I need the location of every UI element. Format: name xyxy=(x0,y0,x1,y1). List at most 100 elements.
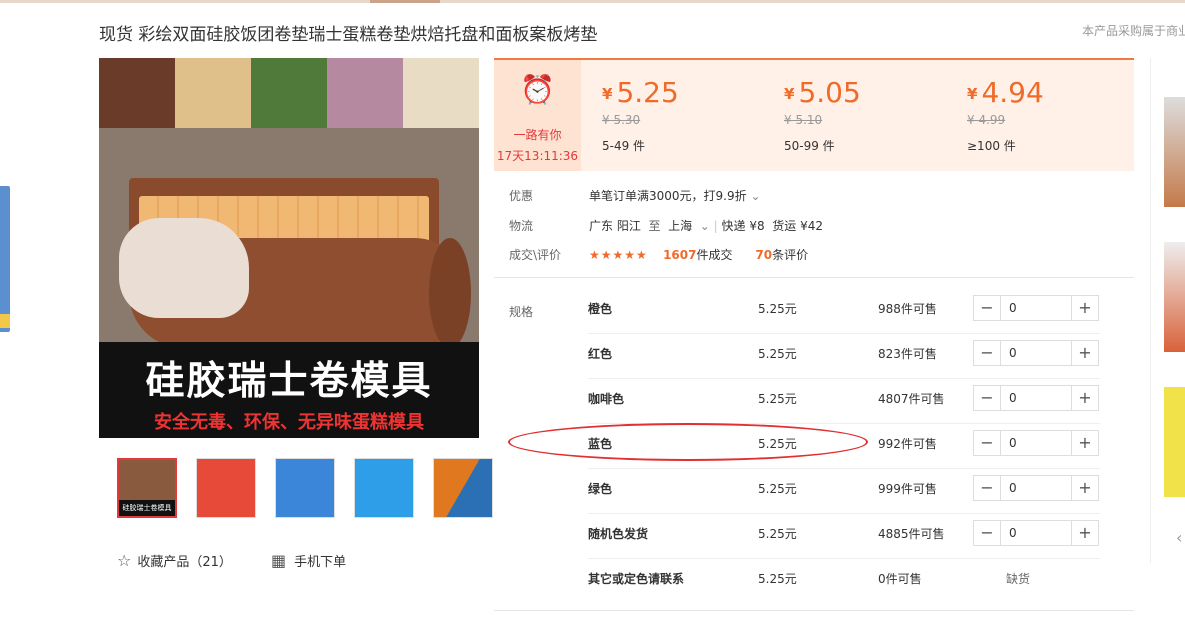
purchase-notice: 本产品采购属于商业 xyxy=(1082,24,1185,38)
quantity-input[interactable]: 0 xyxy=(1000,341,1072,365)
plus-icon[interactable]: + xyxy=(1072,476,1098,500)
price-panel: ⏰ 一路有你 17天13:11:36 ¥5.25 ¥ 5.30 5-49 件 ¥… xyxy=(494,58,1134,171)
floating-side-tab[interactable] xyxy=(0,186,10,332)
chevron-left-icon[interactable]: ‹ xyxy=(1176,528,1182,547)
plus-icon[interactable]: + xyxy=(1072,341,1098,365)
ship-to-word: 至 xyxy=(648,219,661,233)
plus-icon[interactable]: + xyxy=(1072,386,1098,410)
tier-quantity: ≥100 件 xyxy=(967,139,1016,153)
alarm-clock-icon: ⏰ xyxy=(520,73,555,106)
sku-name: 咖啡色 xyxy=(588,392,625,406)
price-tier: ¥4.94 ¥ 4.99 ≥100 件 xyxy=(967,76,1044,154)
tier-quantity: 5-49 件 xyxy=(602,139,646,153)
ship-from: 广东 阳江 xyxy=(589,219,641,233)
thumbnail-3[interactable] xyxy=(275,458,335,518)
thumbnail-4[interactable] xyxy=(354,458,414,518)
sku-stock: 988件可售 xyxy=(878,302,937,316)
recommendation-thumb[interactable] xyxy=(1164,387,1185,497)
quantity-stepper: − 0 + xyxy=(973,340,1099,366)
reviews-count[interactable]: 70 xyxy=(755,248,772,262)
quantity-stepper: − 0 + xyxy=(973,430,1099,456)
quantity-stepper: − 0 + xyxy=(973,475,1099,501)
sku-price: 5.25元 xyxy=(758,347,797,361)
pencil-icon xyxy=(0,314,10,328)
quantity-stepper: − 0 + xyxy=(973,385,1099,411)
sku-name: 蓝色 xyxy=(588,437,613,451)
quantity-input[interactable]: 0 xyxy=(1000,386,1072,410)
minus-icon[interactable]: − xyxy=(974,386,1000,410)
sku-row: 绿色 5.25元 999件可售 − 0 + xyxy=(588,468,1100,514)
deals-unit: 件成交 xyxy=(696,248,733,262)
promo-timer: ⏰ 一路有你 17天13:11:36 xyxy=(494,60,581,171)
minus-icon[interactable]: − xyxy=(974,476,1000,500)
sku-price: 5.25元 xyxy=(758,302,797,316)
rating-stars: ★★★★★ xyxy=(589,248,648,262)
sku-row: 其它或定色请联系 5.25元 0件可售 缺货 xyxy=(588,558,1100,603)
sku-row: 随机色发货 5.25元 4885件可售 − 0 + xyxy=(588,513,1100,559)
discount-row: 优惠 单笔订单满3000元，打9.9折 ⌄ xyxy=(509,187,761,204)
plus-icon[interactable]: + xyxy=(1072,296,1098,320)
tier-old-price: ¥ 4.99 xyxy=(967,113,1006,127)
divider xyxy=(494,277,1134,278)
tier-quantity: 50-99 件 xyxy=(784,139,835,153)
sku-stock: 992件可售 xyxy=(878,437,937,451)
sold-out-status: 缺货 xyxy=(1006,572,1031,586)
sku-name: 其它或定色请联系 xyxy=(588,572,685,586)
minus-icon[interactable]: − xyxy=(974,296,1000,320)
promo-countdown: 17天13:11:36 xyxy=(496,149,579,163)
promo-label: 一路有你 xyxy=(513,128,562,142)
thumbnail-banner: 硅胶瑞士卷模具 xyxy=(119,500,175,516)
qr-code-icon: ▦ xyxy=(271,551,287,570)
chevron-down-icon[interactable]: ⌄ xyxy=(700,219,710,233)
mobile-order[interactable]: ▦ 手机下单 xyxy=(271,551,346,570)
sku-row: 咖啡色 5.25元 4807件可售 − 0 + xyxy=(588,378,1100,424)
quantity-input[interactable]: 0 xyxy=(1000,296,1072,320)
reviews-unit[interactable]: 条评价 xyxy=(772,248,808,262)
yen-sign: ¥ xyxy=(602,85,613,103)
sku-price: 5.25元 xyxy=(758,437,797,451)
thumbnail-2[interactable] xyxy=(196,458,256,518)
quantity-input[interactable]: 0 xyxy=(1000,521,1072,545)
tier-price: 4.94 xyxy=(981,76,1044,109)
mobile-order-label: 手机下单 xyxy=(294,555,347,570)
banner-subtitle: 安全无毒、环保、无异味蛋糕模具 xyxy=(154,412,424,433)
sku-row: 蓝色 5.25元 992件可售 − 0 + xyxy=(588,423,1100,469)
product-title: 现货 彩绘双面硅胶饭团卷垫瑞士蛋糕卷垫烘焙托盘和面板案板烤垫 xyxy=(99,25,598,45)
minus-icon[interactable]: − xyxy=(974,521,1000,545)
tier-price: 5.05 xyxy=(798,76,861,109)
minus-icon[interactable]: − xyxy=(974,341,1000,365)
recommendation-thumb[interactable] xyxy=(1164,242,1185,352)
quantity-stepper: − 0 + xyxy=(973,295,1099,321)
sku-price: 5.25元 xyxy=(758,392,797,406)
sku-name: 随机色发货 xyxy=(588,527,649,541)
sku-stock: 0件可售 xyxy=(878,572,922,586)
sku-stock: 823件可售 xyxy=(878,347,937,361)
sku-stock: 4885件可售 xyxy=(878,527,945,541)
sku-stock: 999件可售 xyxy=(878,482,937,496)
sku-row: 红色 5.25元 823件可售 − 0 + xyxy=(588,333,1100,379)
quantity-input[interactable]: 0 xyxy=(1000,476,1072,500)
main-product-image[interactable]: 硅胶瑞士卷模具 安全无毒、环保、无异味蛋糕模具 xyxy=(99,58,479,438)
thumbnail-5[interactable] xyxy=(433,458,493,518)
recommendation-thumb[interactable] xyxy=(1164,97,1185,207)
sku-row: 橙色 5.25元 988件可售 − 0 + xyxy=(588,288,1100,334)
sku-price: 5.25元 xyxy=(758,482,797,496)
sku-name: 橙色 xyxy=(588,302,613,316)
tier-old-price: ¥ 5.10 xyxy=(784,113,823,127)
chevron-down-icon[interactable]: ⌄ xyxy=(750,189,760,203)
yen-sign: ¥ xyxy=(784,85,795,103)
quantity-stepper: − 0 + xyxy=(973,520,1099,546)
minus-icon[interactable]: − xyxy=(974,431,1000,455)
thumbnail-1[interactable]: 硅胶瑞士卷模具 xyxy=(117,458,177,518)
tier-old-price: ¥ 5.30 xyxy=(602,113,641,127)
plus-icon[interactable]: + xyxy=(1072,431,1098,455)
discount-value[interactable]: 单笔订单满3000元，打9.9折 xyxy=(589,189,747,203)
spec-label: 规格 xyxy=(509,305,534,319)
deal-row: 成交\评价 ★★★★★ 1607件成交 70条评价 xyxy=(509,246,808,263)
deals-count: 1607 xyxy=(663,248,697,262)
quantity-input[interactable]: 0 xyxy=(1000,431,1072,455)
plus-icon[interactable]: + xyxy=(1072,521,1098,545)
top-accent-bar xyxy=(0,0,1185,3)
ship-to[interactable]: 上海 xyxy=(668,219,692,233)
favorite-product[interactable]: ☆ 收藏产品（21） xyxy=(117,551,232,570)
